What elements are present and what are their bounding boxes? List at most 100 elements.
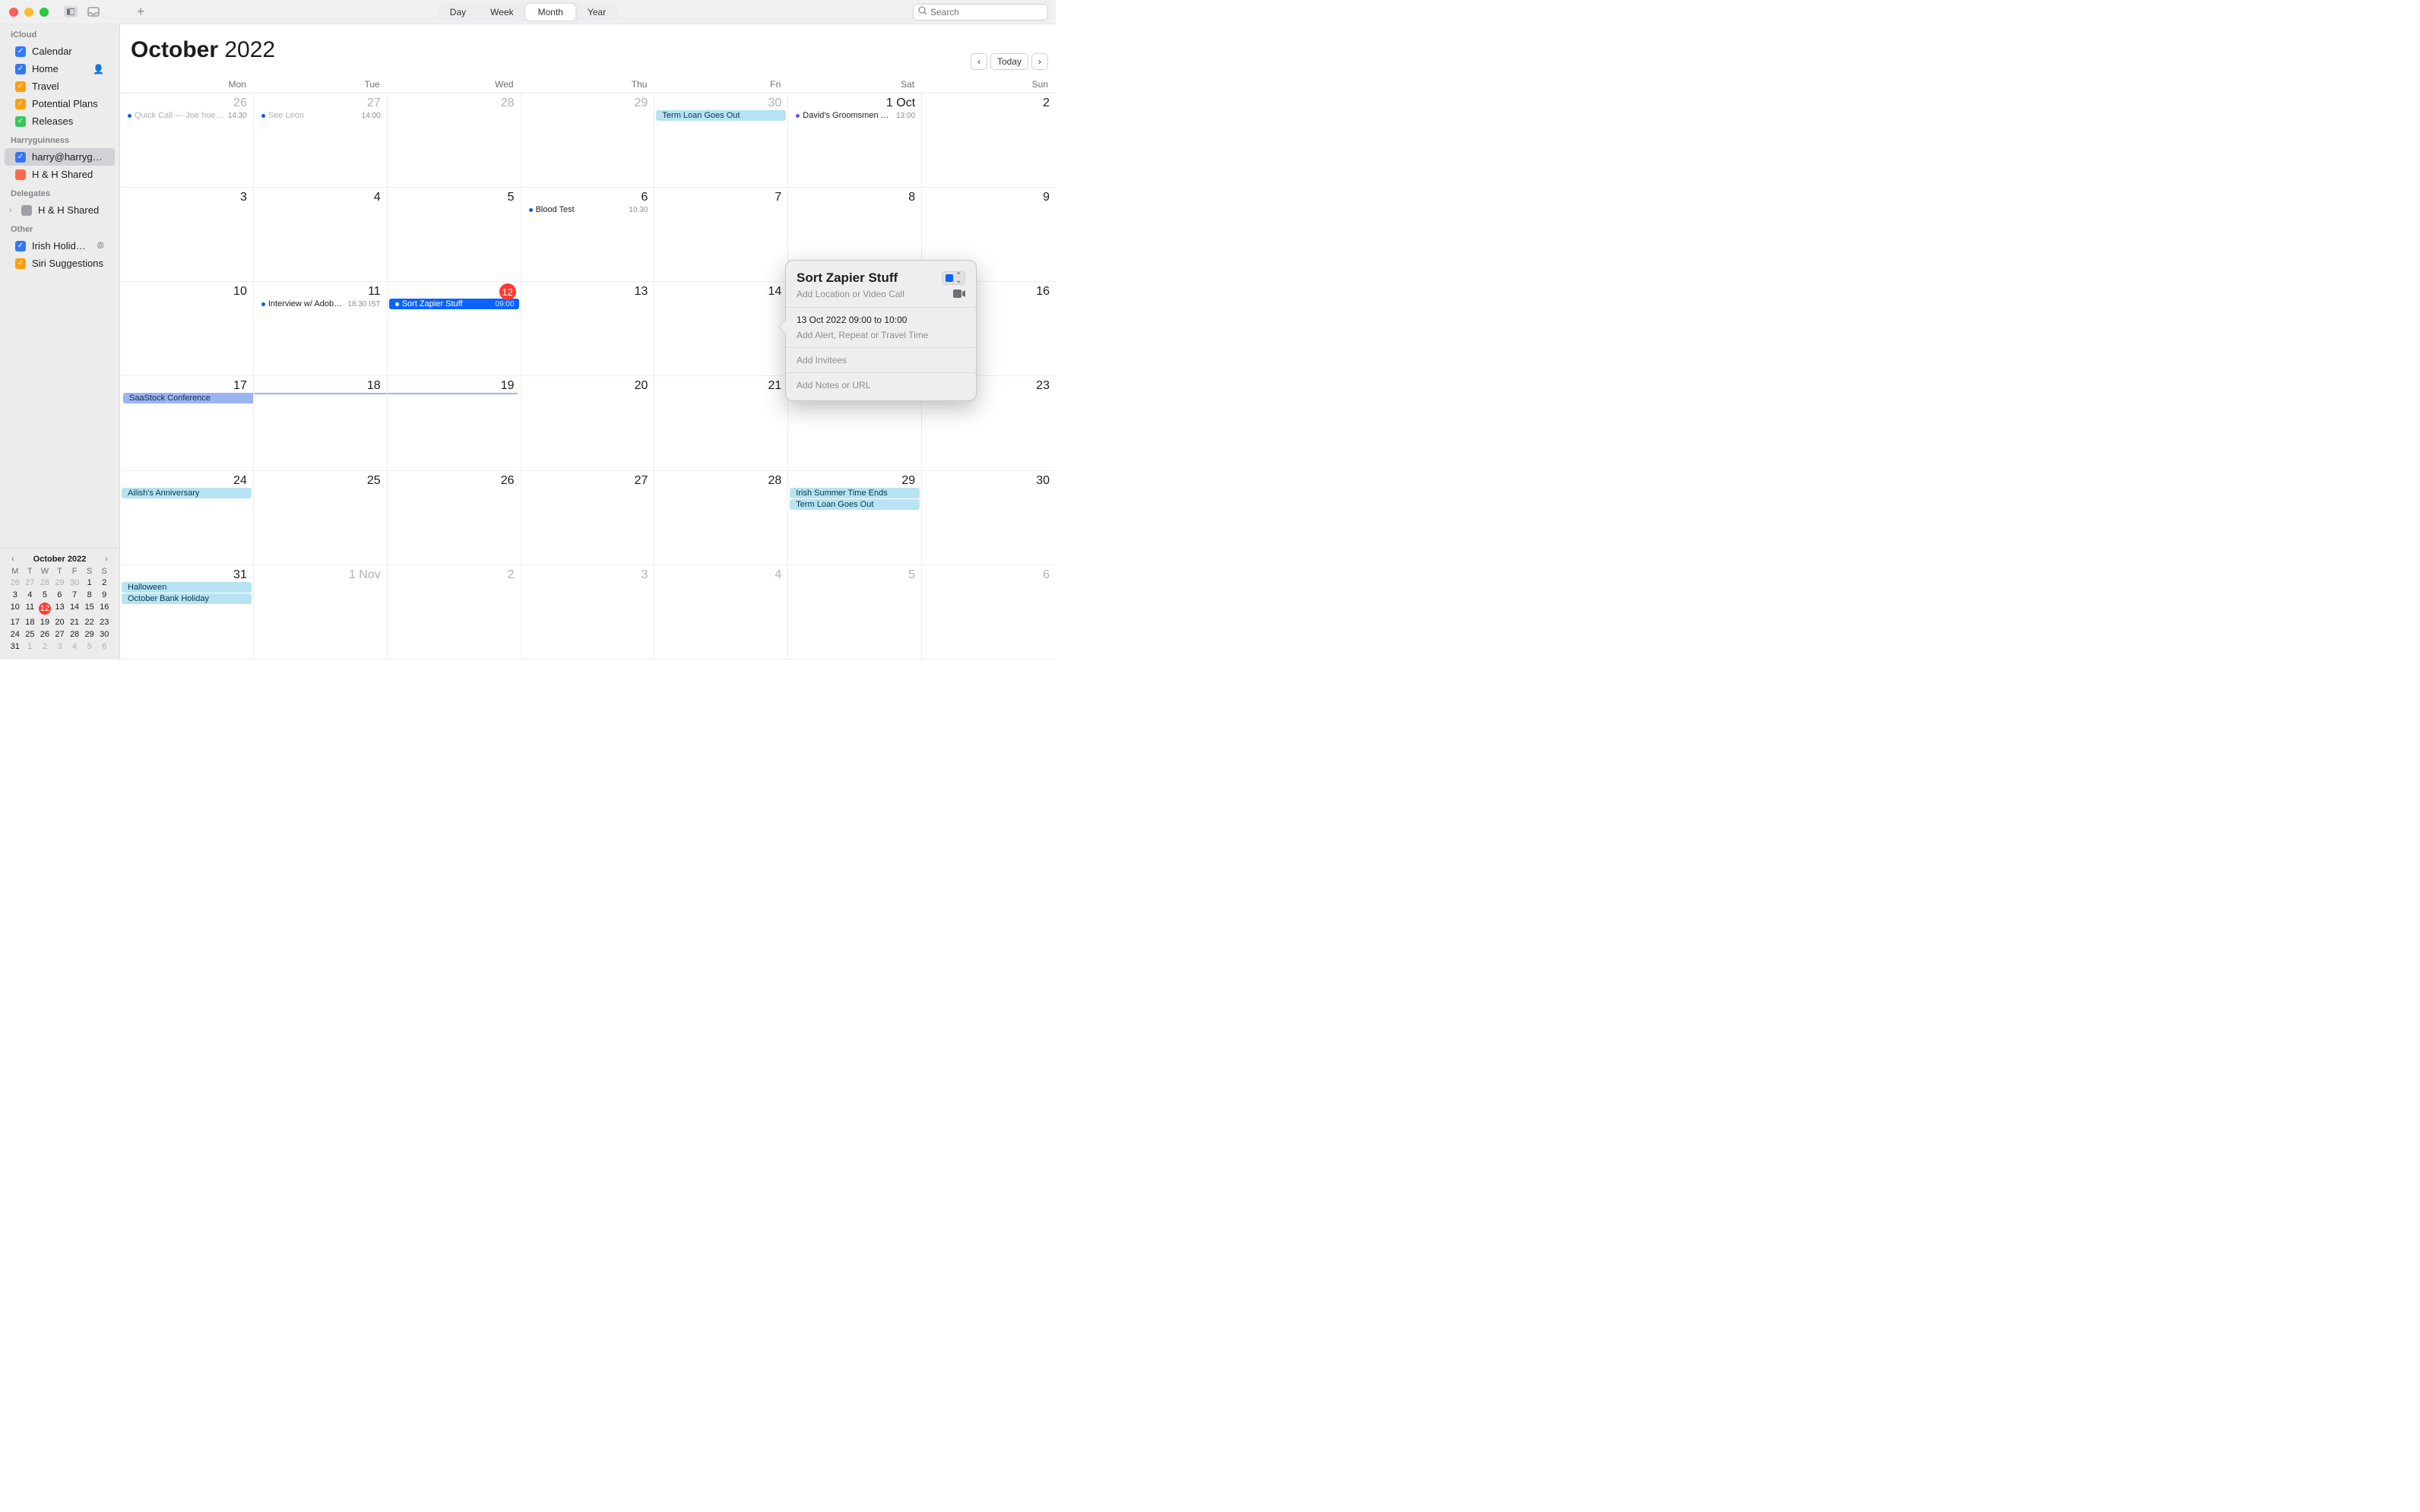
mini-day-cell[interactable]: 27 xyxy=(52,629,68,640)
mini-day-cell[interactable]: 27 xyxy=(23,577,38,588)
search-input[interactable] xyxy=(930,7,1048,17)
day-cell[interactable]: 26Quick Call — Joe hoeme14:30 xyxy=(120,93,254,188)
calendar-event[interactable]: Ailish's Anniversary xyxy=(122,488,252,498)
calendar-event[interactable]: Term Loan Goes Out xyxy=(656,110,786,121)
calendar-list-item[interactable]: ›H & H Shared xyxy=(5,201,115,219)
add-event-button[interactable]: + xyxy=(137,4,145,20)
event-title-input[interactable] xyxy=(797,270,933,286)
day-cell[interactable]: 30 xyxy=(922,471,1056,565)
close-window-button[interactable] xyxy=(9,8,18,17)
day-cell[interactable]: 2 xyxy=(388,565,521,660)
mini-day-cell[interactable]: 8 xyxy=(82,590,97,600)
day-cell[interactable]: 4 xyxy=(254,188,388,282)
mini-day-cell[interactable]: 16 xyxy=(97,602,112,615)
calendar-list-item[interactable]: Calendar xyxy=(5,43,115,60)
mini-day-cell[interactable]: 4 xyxy=(67,641,82,652)
day-cell[interactable]: 5 xyxy=(788,565,922,660)
mini-day-cell[interactable]: 14 xyxy=(67,602,82,615)
minimize-window-button[interactable] xyxy=(24,8,33,17)
mini-day-cell[interactable]: 24 xyxy=(8,629,23,640)
calendar-event[interactable]: Quick Call — Joe hoeme14:30 xyxy=(122,110,252,121)
calendar-event[interactable]: Term Loan Goes Out xyxy=(790,499,920,510)
mini-day-cell[interactable]: 26 xyxy=(37,629,52,640)
calendar-event[interactable] xyxy=(254,393,387,394)
calendar-event[interactable]: October Bank Holiday xyxy=(122,593,252,604)
mini-day-cell[interactable]: 30 xyxy=(97,629,112,640)
calendar-event[interactable]: Irish Summer Time Ends xyxy=(790,488,920,498)
calendar-event[interactable]: SaaStock Conference xyxy=(123,393,253,403)
mini-day-cell[interactable]: 30 xyxy=(67,577,82,588)
calendar-event[interactable]: Sort Zapier Stuff09:00 xyxy=(389,299,519,309)
prev-month-button[interactable]: ‹ xyxy=(971,53,987,70)
event-location-input[interactable]: Add Location or Video Call xyxy=(797,289,904,299)
day-cell[interactable]: 4 xyxy=(654,565,788,660)
calendar-list-item[interactable]: Releases xyxy=(5,112,115,130)
calendar-list-item[interactable]: harry@harryguin… xyxy=(5,148,115,166)
mini-day-cell[interactable]: 6 xyxy=(97,641,112,652)
day-cell[interactable]: 20 xyxy=(521,376,655,470)
calendar-color-swatch[interactable] xyxy=(21,205,32,216)
mini-day-cell[interactable]: 20 xyxy=(52,617,68,628)
mini-day-cell[interactable]: 15 xyxy=(82,602,97,615)
day-cell[interactable]: 7 xyxy=(654,188,788,282)
mini-day-cell[interactable]: 2 xyxy=(37,641,52,652)
day-cell[interactable]: 19 xyxy=(388,376,521,470)
mini-day-cell[interactable]: 19 xyxy=(37,617,52,628)
calendar-checkbox[interactable] xyxy=(15,64,26,74)
calendar-list-item[interactable]: Siri Suggestions xyxy=(5,255,115,272)
day-cell[interactable]: 5 xyxy=(388,188,521,282)
event-notes-input[interactable]: Add Notes or URL xyxy=(786,378,976,393)
day-cell[interactable]: 6Blood Test10:30 xyxy=(521,188,655,282)
day-cell[interactable]: 18 xyxy=(254,376,388,470)
calendar-checkbox[interactable] xyxy=(15,152,26,163)
mini-day-cell[interactable]: 29 xyxy=(52,577,68,588)
video-call-icon[interactable] xyxy=(953,288,965,300)
mini-day-cell[interactable]: 17 xyxy=(8,617,23,628)
day-cell[interactable]: 29 xyxy=(521,93,655,188)
day-cell[interactable]: 11Interview w/ Adobe's…18:30 IST xyxy=(254,282,388,376)
day-cell[interactable]: 3 xyxy=(120,188,254,282)
mini-day-cell[interactable]: 31 xyxy=(8,641,23,652)
mini-day-cell[interactable]: 26 xyxy=(8,577,23,588)
day-cell[interactable]: 30Term Loan Goes Out xyxy=(654,93,788,188)
day-cell[interactable]: 27See Leon14:00 xyxy=(254,93,388,188)
mini-day-cell[interactable]: 5 xyxy=(37,590,52,600)
calendar-list-item[interactable]: Home👤 xyxy=(5,60,115,77)
calendar-event[interactable]: See Leon14:00 xyxy=(255,110,385,121)
calendar-color-swatch[interactable] xyxy=(15,169,26,180)
mini-day-cell[interactable]: 25 xyxy=(23,629,38,640)
mini-day-cell[interactable]: 11 xyxy=(23,602,38,615)
day-cell[interactable]: 10 xyxy=(120,282,254,376)
mini-day-cell[interactable]: 1 xyxy=(23,641,38,652)
calendar-list-item[interactable]: Potential Plans xyxy=(5,95,115,112)
mini-prev-button[interactable]: ‹ xyxy=(8,555,18,564)
day-cell[interactable]: 1 OctDavid's Groomsmen Lun…13:00 xyxy=(788,93,922,188)
calendar-event[interactable]: Halloween xyxy=(122,582,252,593)
disclosure-icon[interactable]: › xyxy=(9,206,15,214)
event-calendar-picker[interactable]: ⌃⌄ xyxy=(942,271,965,285)
inbox-icon[interactable] xyxy=(87,6,100,17)
day-cell[interactable]: 2 xyxy=(922,93,1056,188)
calendar-list-item[interactable]: Travel xyxy=(5,77,115,95)
calendar-list-item[interactable]: Irish Holidays⦾ xyxy=(5,237,115,255)
view-month[interactable]: Month xyxy=(526,4,575,21)
day-cell[interactable]: 29Irish Summer Time EndsTerm Loan Goes O… xyxy=(788,471,922,565)
mini-day-cell[interactable]: 12 xyxy=(37,602,52,615)
day-cell[interactable]: 28 xyxy=(388,93,521,188)
day-cell[interactable]: 17SaaStock Conference xyxy=(120,376,254,470)
mini-day-cell[interactable]: 21 xyxy=(67,617,82,628)
mini-day-cell[interactable]: 22 xyxy=(82,617,97,628)
calendar-event[interactable]: Interview w/ Adobe's…18:30 IST xyxy=(255,299,385,309)
event-alert-input[interactable]: Add Alert, Repeat or Travel Time xyxy=(786,327,976,343)
mini-day-cell[interactable]: 23 xyxy=(97,617,112,628)
mini-next-button[interactable]: › xyxy=(101,555,112,564)
day-cell[interactable]: 21 xyxy=(654,376,788,470)
day-cell[interactable]: 14 xyxy=(654,282,788,376)
mini-day-cell[interactable]: 29 xyxy=(82,629,97,640)
day-cell[interactable]: 1 Nov xyxy=(254,565,388,660)
calendar-checkbox[interactable] xyxy=(15,99,26,109)
day-cell[interactable]: 6 xyxy=(922,565,1056,660)
calendar-checkbox[interactable] xyxy=(15,258,26,269)
mini-day-cell[interactable]: 9 xyxy=(97,590,112,600)
view-year[interactable]: Year xyxy=(575,4,618,21)
